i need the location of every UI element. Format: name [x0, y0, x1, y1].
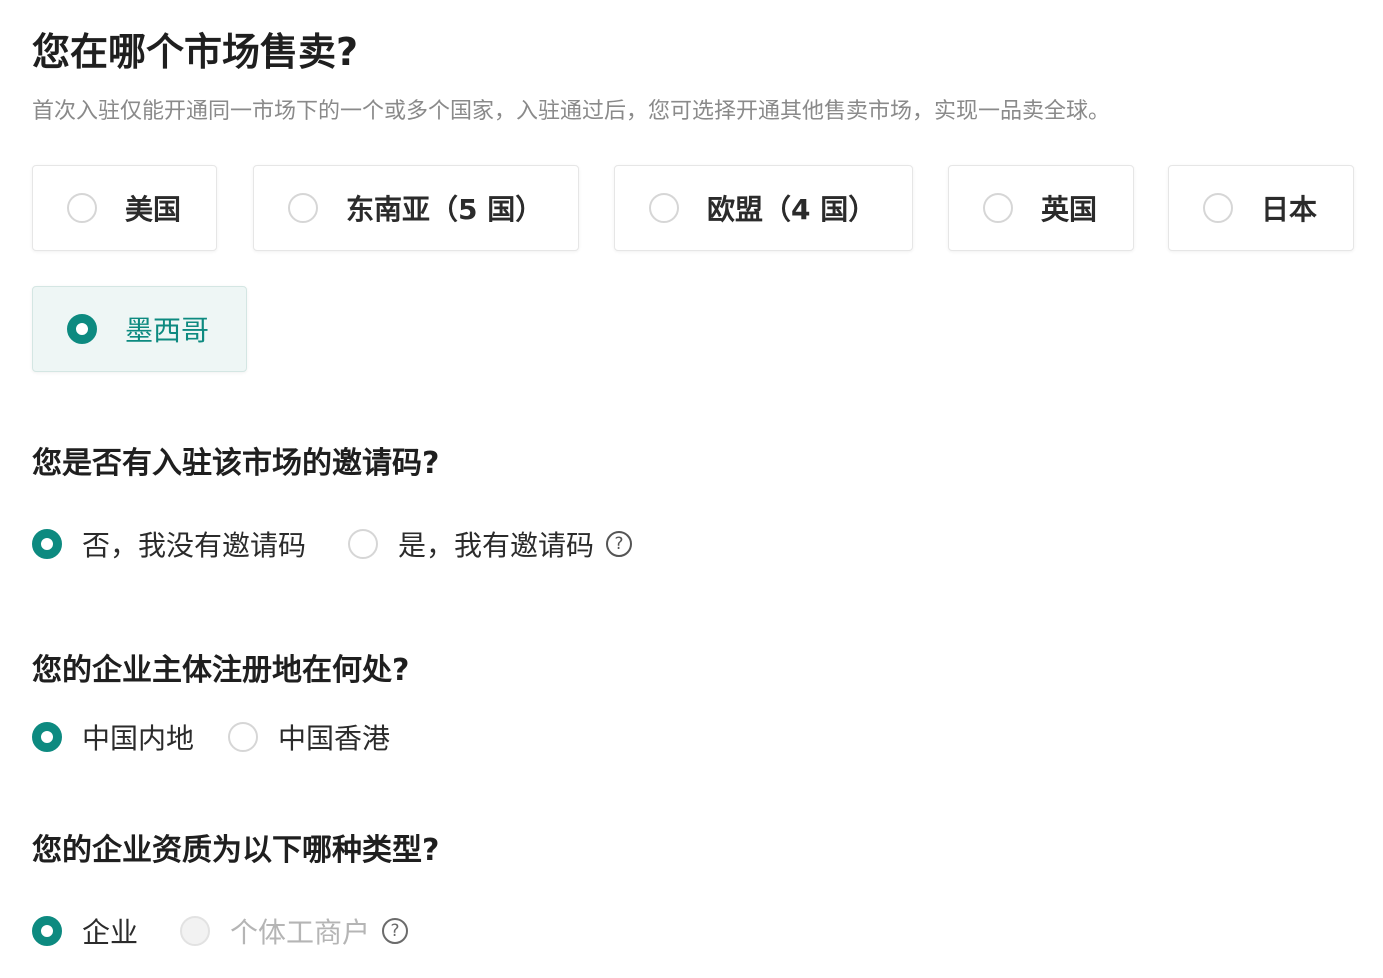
registration-option-mainland[interactable]: 中国内地: [32, 717, 194, 757]
radio-icon: [348, 529, 379, 559]
qualification-options: 企业 个体工商户 ?: [32, 911, 409, 951]
market-section-subtitle: 首次入驻仅能开通同一市场下的一个或多个国家，入驻通过后，您可选择开通其他售卖市场…: [32, 99, 1111, 124]
market-option-uk[interactable]: 英国: [948, 165, 1134, 251]
invite-option-no[interactable]: 否，我没有邀请码: [32, 524, 306, 564]
market-option-label: 英国: [1041, 193, 1098, 226]
market-option-japan[interactable]: 日本: [1168, 165, 1354, 251]
question-circle-icon[interactable]: ?: [606, 531, 633, 557]
registration-option-hongkong[interactable]: 中国香港: [228, 717, 390, 757]
registration-options: 中国内地 中国香港: [32, 717, 390, 757]
qualification-option-enterprise[interactable]: 企业: [32, 911, 138, 951]
option-label: 个体工商户: [230, 916, 371, 949]
market-option-label: 东南亚（5 国）: [346, 193, 544, 226]
invite-options: 否，我没有邀请码 是，我有邀请码 ?: [32, 524, 633, 564]
option-label: 是，我有邀请码: [398, 529, 595, 562]
market-option-label: 墨西哥: [125, 314, 210, 347]
radio-checked-icon: [32, 916, 62, 946]
radio-icon: [983, 193, 1013, 223]
market-option-mexico[interactable]: 墨西哥: [32, 286, 247, 372]
radio-checked-icon: [67, 314, 97, 344]
option-label: 否，我没有邀请码: [82, 529, 307, 562]
market-option-us[interactable]: 美国: [32, 165, 217, 251]
market-option-eu[interactable]: 欧盟（4 国）: [614, 165, 913, 251]
market-option-label: 日本: [1261, 193, 1318, 226]
market-section-title: 您在哪个市场售卖?: [32, 30, 359, 74]
registration-section-title: 您的企业主体注册地在何处?: [32, 653, 410, 688]
market-option-southeast-asia[interactable]: 东南亚（5 国）: [253, 165, 579, 251]
option-label: 中国内地: [82, 722, 195, 755]
radio-disabled-icon: [180, 916, 211, 946]
radio-icon: [228, 722, 259, 752]
radio-icon: [288, 193, 318, 223]
market-option-label: 欧盟（4 国）: [707, 193, 877, 226]
radio-icon: [1203, 193, 1233, 223]
radio-checked-icon: [32, 722, 62, 752]
option-label: 中国香港: [278, 722, 391, 755]
invite-section-title: 您是否有入驻该市场的邀请码?: [32, 446, 440, 481]
qualification-section-title: 您的企业资质为以下哪种类型?: [32, 833, 440, 868]
option-label: 企业: [82, 916, 139, 949]
radio-checked-icon: [32, 529, 62, 559]
question-circle-icon[interactable]: ?: [382, 918, 409, 944]
radio-icon: [67, 193, 97, 223]
qualification-option-individual: 个体工商户 ?: [180, 911, 409, 951]
radio-icon: [649, 193, 679, 223]
invite-option-yes[interactable]: 是，我有邀请码 ?: [348, 524, 633, 564]
market-option-label: 美国: [125, 193, 182, 226]
